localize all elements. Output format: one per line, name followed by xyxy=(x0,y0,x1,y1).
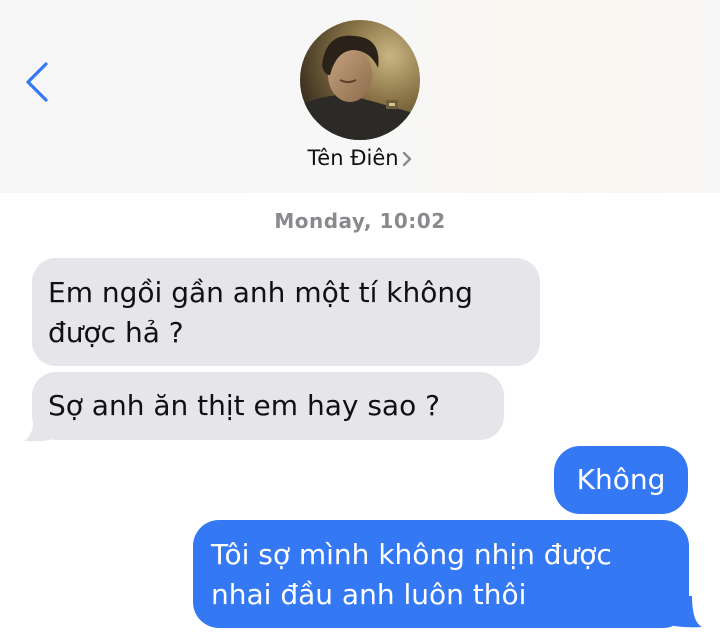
contact-avatar[interactable] xyxy=(300,20,420,140)
incoming-bubble-tail xyxy=(24,412,50,442)
message-text-line: Sợ anh ăn thịt em hay sao ? xyxy=(48,389,440,422)
conversation-header: Tên Điên xyxy=(0,0,720,193)
outgoing-message-bubble[interactable]: Không xyxy=(554,446,688,514)
outgoing-message-bubble[interactable]: Tôi sợ mình không nhịn được nhai đầu anh… xyxy=(193,520,689,628)
contact-photo xyxy=(300,20,420,140)
message-text-line: Tôi sợ mình không nhịn được xyxy=(211,538,612,571)
message-text-line: được hả ? xyxy=(48,316,184,349)
message-text-line: nhai đầu anh luôn thôi xyxy=(211,578,527,611)
back-button[interactable] xyxy=(18,58,58,106)
contact-name: Tên Điên xyxy=(307,146,399,170)
outgoing-bubble-tail xyxy=(674,596,702,628)
chevron-left-icon xyxy=(26,62,48,102)
incoming-message-bubble[interactable]: Sợ anh ăn thịt em hay sao ? xyxy=(32,372,504,440)
message-text-line: Em ngồi gần anh một tí không xyxy=(48,276,473,309)
message-text-line: Không xyxy=(576,463,666,496)
message-timestamp: Monday, 10:02 xyxy=(274,209,446,233)
incoming-message-bubble[interactable]: Em ngồi gần anh một tí không được hả ? xyxy=(32,258,540,366)
chevron-right-icon xyxy=(402,151,411,167)
contact-name-button[interactable]: Tên Điên xyxy=(0,146,720,170)
